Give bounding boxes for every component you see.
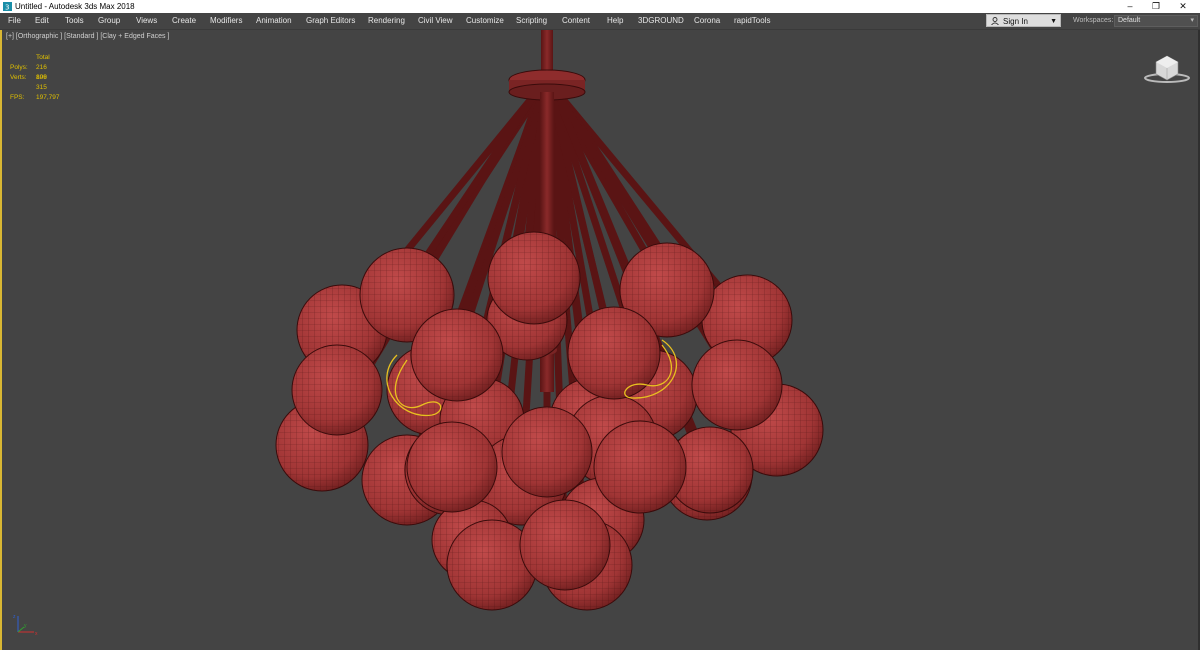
sign-in-dropdown[interactable]: Sign In ▼: [986, 14, 1061, 27]
title-bar: 3 Untitled - Autodesk 3ds Max 2018 – ❐ ✕: [0, 0, 1200, 13]
axis-y-label: y: [24, 623, 27, 629]
menu-customize[interactable]: Customize: [466, 13, 504, 29]
workspaces-value: Default: [1118, 17, 1141, 24]
viewcube-icon[interactable]: [1142, 50, 1192, 86]
menu-3dground[interactable]: 3DGROUND: [638, 13, 684, 29]
restore-button[interactable]: ❐: [1143, 0, 1169, 13]
menu-create[interactable]: Create: [172, 13, 196, 29]
menu-views[interactable]: Views: [136, 13, 157, 29]
glass-sphere: [291, 344, 383, 436]
axis-tripod-icon: x y z: [13, 614, 38, 637]
chandelier-model[interactable]: [2, 30, 1198, 650]
menu-help[interactable]: Help: [607, 13, 623, 29]
menu-bar: File Edit Tools Group Views Create Modif…: [0, 13, 1200, 30]
menu-file[interactable]: File: [8, 13, 21, 29]
minimize-button[interactable]: –: [1117, 0, 1143, 13]
axis-x-label: x: [35, 631, 38, 637]
sign-in-label: Sign In: [1003, 17, 1028, 26]
window-title: Untitled - Autodesk 3ds Max 2018: [15, 2, 135, 11]
glass-sphere: [519, 499, 611, 591]
stats-header: Total: [36, 54, 50, 61]
glass-sphere: [691, 339, 783, 431]
menu-corona[interactable]: Corona: [694, 13, 720, 29]
menu-animation[interactable]: Animation: [256, 13, 292, 29]
menu-edit[interactable]: Edit: [35, 13, 49, 29]
3dsmax-app-icon: 3: [3, 2, 12, 11]
workspaces-label: Workspaces:: [1073, 17, 1114, 24]
menu-tools[interactable]: Tools: [65, 13, 84, 29]
menu-group[interactable]: Group: [98, 13, 120, 29]
chevron-down-icon: ▾: [1190, 17, 1194, 24]
chandelier-spheres: [275, 231, 824, 611]
menu-graph-editors[interactable]: Graph Editors: [306, 13, 355, 29]
menu-rapidtools[interactable]: rapidTools: [734, 13, 770, 29]
verts-value: 109 315: [36, 74, 47, 91]
close-button[interactable]: ✕: [1170, 0, 1196, 13]
workspaces-select[interactable]: Default ▾: [1114, 15, 1198, 27]
user-icon: [991, 17, 999, 25]
glass-sphere: [501, 406, 593, 498]
glass-sphere: [410, 308, 504, 402]
menu-civil-view[interactable]: Civil View: [418, 13, 453, 29]
svg-text:3: 3: [5, 4, 9, 12]
glass-sphere: [406, 421, 498, 513]
viewport-label[interactable]: [+] [Orthographic ] [Standard ] [Clay + …: [6, 33, 169, 40]
axis-z-label: z: [13, 614, 16, 620]
chevron-down-icon: ▼: [1050, 18, 1057, 25]
glass-sphere: [593, 420, 687, 514]
menu-content[interactable]: Content: [562, 13, 590, 29]
viewport-orthographic[interactable]: [+] [Orthographic ] [Standard ] [Clay + …: [0, 30, 1200, 650]
menu-modifiers[interactable]: Modifiers: [210, 13, 242, 29]
glass-sphere: [487, 231, 581, 325]
menu-rendering[interactable]: Rendering: [368, 13, 405, 29]
fps-value: 197,797: [36, 94, 60, 101]
menu-scripting[interactable]: Scripting: [516, 13, 547, 29]
